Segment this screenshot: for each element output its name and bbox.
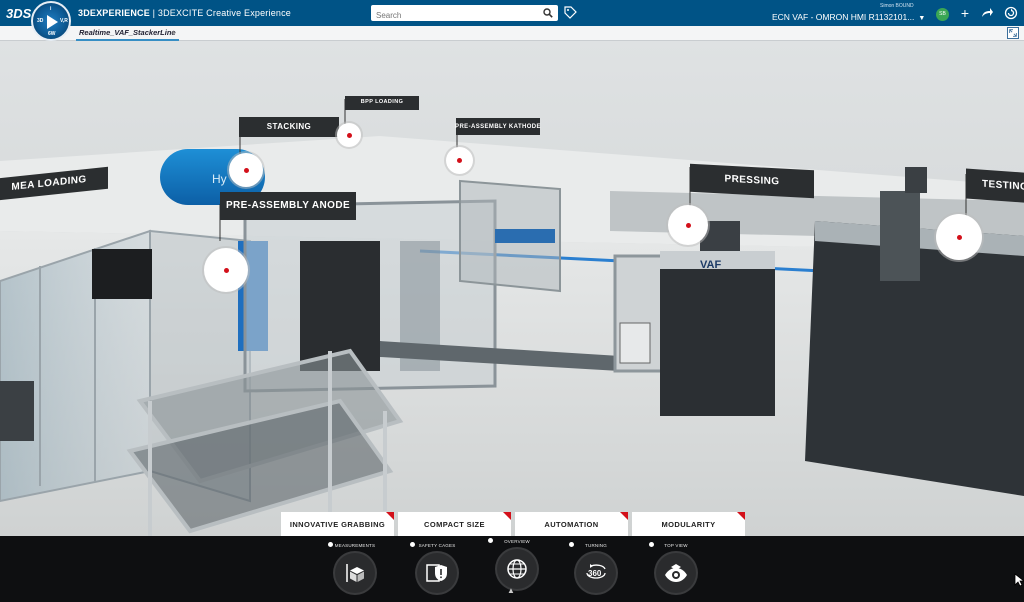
search-box	[371, 5, 558, 24]
context-label: ECN VAF - OMRON HMI R1132101...	[772, 12, 915, 22]
share-icon[interactable]	[980, 6, 994, 20]
cursor-icon	[1014, 573, 1024, 587]
compass-quadrant-6w[interactable]: 6W	[48, 31, 56, 37]
compass-quadrant-i[interactable]: i	[50, 6, 51, 12]
view-overview[interactable]: OVERVIEW	[482, 536, 552, 602]
view-label: MEASUREMENTS	[334, 543, 376, 548]
station-label-stacking[interactable]: STACKING	[239, 117, 339, 137]
chevron-down-icon: ▼	[918, 15, 926, 22]
hotspot-dot	[346, 132, 352, 138]
hotspot-dot	[685, 222, 691, 228]
machine-brand: VAF	[700, 259, 721, 271]
view-label: OVERVIEW	[504, 539, 530, 544]
feature-tab-modularity[interactable]: MODULARITY	[632, 512, 745, 536]
view-button-turning[interactable]: 360	[576, 553, 616, 593]
product-name: | 3DEXCITE Creative Experience	[152, 8, 292, 18]
help-icon[interactable]	[1004, 6, 1018, 20]
search-input[interactable]	[371, 7, 536, 24]
search-icon[interactable]	[543, 8, 553, 18]
view-label: SAFETY CAGES	[418, 543, 456, 548]
avatar[interactable]: SB	[936, 8, 949, 21]
feature-tab-label: MODULARITY	[661, 520, 716, 529]
view-measurements[interactable]: MEASUREMENTS	[320, 536, 390, 602]
tag-icon[interactable]	[564, 6, 577, 19]
play-icon	[47, 15, 58, 29]
safety-shield-icon	[426, 564, 447, 582]
compass-quadrant-3d[interactable]: 3D	[37, 18, 43, 24]
station-label-bpp-loading[interactable]: BPP LOADING	[345, 96, 419, 110]
corner-marker-icon	[620, 512, 628, 520]
tab-realtime-vaf-stackerline[interactable]: Realtime_VAF_StackerLine	[76, 27, 179, 41]
brand-name: 3DEXPERIENCE	[78, 8, 150, 18]
feature-tab-label: INNOVATIVE GRABBING	[289, 520, 386, 529]
view-button-top-view[interactable]	[656, 553, 696, 593]
compass-widget[interactable]: 3D V,R i 6W	[31, 1, 71, 41]
corner-marker-icon	[737, 512, 745, 520]
cube-measure-icon	[346, 564, 364, 582]
feature-tab-automation[interactable]: AUTOMATION	[515, 512, 628, 536]
compass-quadrant-vr[interactable]: V,R	[60, 18, 68, 24]
hotspot-pre-assembly-kathode[interactable]	[446, 147, 473, 174]
corner-marker-icon	[386, 512, 394, 520]
hotspot-dot	[457, 158, 462, 163]
tab-bar: Realtime_VAF_StackerLine +	[0, 26, 1024, 41]
hotspot-pressing[interactable]	[668, 205, 708, 245]
corner-marker-icon	[503, 512, 511, 520]
user-name[interactable]: Simon BOUND	[880, 3, 914, 9]
view-button-overview[interactable]	[497, 549, 537, 589]
top-bar: 3DS 3DEXPERIENCE | 3DEXCITE Creative Exp…	[0, 0, 1024, 26]
factory-scene: Hy VAF	[0, 41, 1024, 536]
feature-tab-label: AUTOMATION	[544, 520, 599, 529]
tank-label: Hy	[212, 172, 227, 186]
context-selector[interactable]: ECN VAF - OMRON HMI R1132101... ▼	[772, 12, 925, 22]
feature-tab-compact-size[interactable]: COMPACT SIZE	[398, 512, 511, 536]
view-button-safety-cages[interactable]	[417, 553, 457, 593]
view-top-view[interactable]: TOP VIEW	[641, 536, 711, 602]
hotspot-pre-assembly-anode[interactable]	[204, 248, 248, 292]
station-label-testing[interactable]: TESTING	[966, 168, 1024, 204]
dassault-logo[interactable]: 3DS	[6, 6, 31, 21]
viewport-3d[interactable]: Hy VAF MEA LOADING STACKING BPP LOADING …	[0, 41, 1024, 536]
hotspot-dot	[956, 234, 962, 240]
view-turning[interactable]: TURNING 360	[561, 536, 631, 602]
station-label-pre-assembly-kathode[interactable]: PRE-ASSEMBLY KATHODE	[455, 118, 541, 135]
globe-icon	[507, 559, 527, 579]
view-label: TOP VIEW	[664, 543, 688, 548]
feature-tab-innovative-grabbing[interactable]: INNOVATIVE GRABBING	[281, 512, 394, 536]
chevron-up-icon[interactable]: ▲	[507, 586, 515, 595]
hotspot-testing[interactable]	[936, 214, 982, 260]
fullscreen-icon[interactable]	[1007, 27, 1019, 39]
hotspot-stacking[interactable]	[229, 153, 263, 187]
station-label-pre-assembly-anode[interactable]: PRE-ASSEMBLY ANODE	[220, 192, 356, 220]
view-safety-cages[interactable]: SAFETY CAGES	[402, 536, 472, 602]
hotspot-dot	[243, 167, 249, 173]
view-button-measurements[interactable]	[335, 553, 375, 593]
rotate-360-icon: 360	[586, 564, 606, 579]
app-title: 3DEXPERIENCE | 3DEXCITE Creative Experie…	[78, 8, 291, 18]
add-tab-icon[interactable]: +	[171, 27, 176, 39]
eye-icon	[665, 564, 687, 582]
feature-tab-label: COMPACT SIZE	[424, 520, 485, 529]
hotspot-dot	[223, 267, 229, 273]
add-icon[interactable]: +	[958, 6, 972, 20]
hotspot-bpp-loading[interactable]	[337, 123, 361, 147]
view-label: TURNING	[585, 543, 607, 548]
